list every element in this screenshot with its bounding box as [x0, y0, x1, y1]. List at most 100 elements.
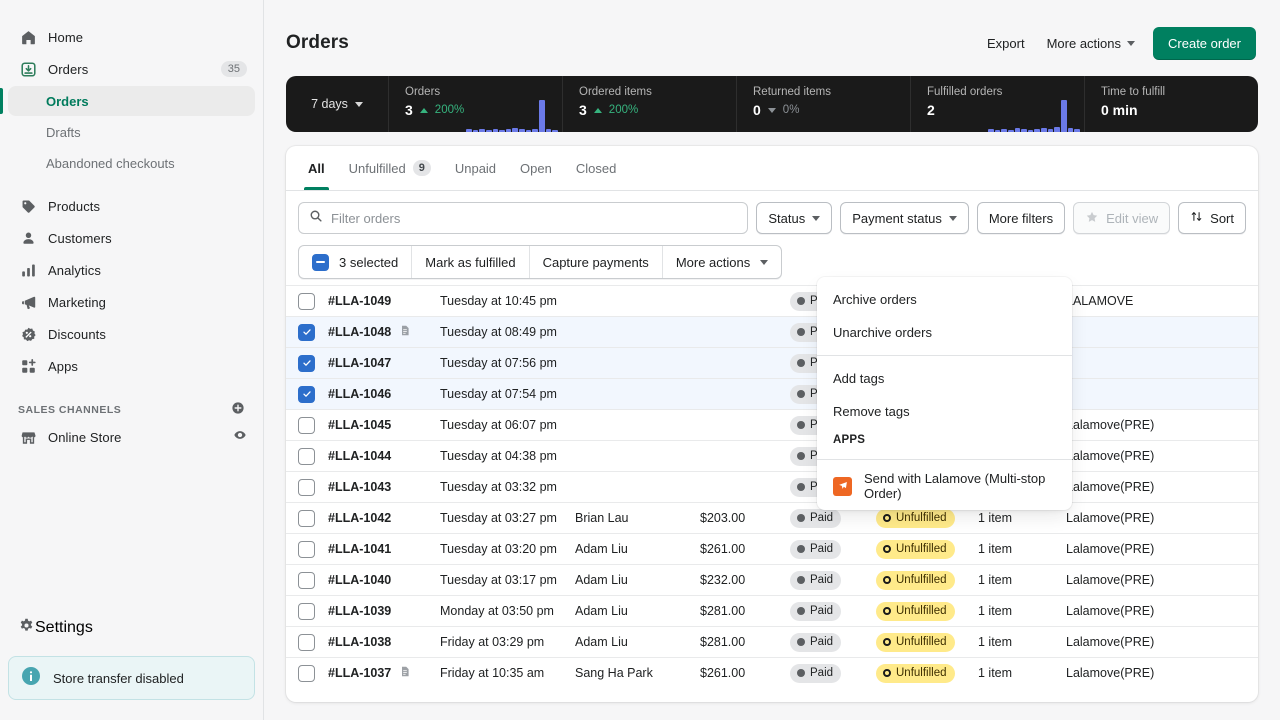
order-number-cell[interactable]: #LLA-1043 [328, 480, 440, 494]
order-number-cell[interactable]: #LLA-1046 [328, 387, 440, 401]
table-row[interactable]: #LLA-1044Tuesday at 04:38 pmPaidUnfulfil… [286, 440, 1258, 471]
order-number-cell[interactable]: #LLA-1042 [328, 511, 440, 525]
order-number-cell[interactable]: #LLA-1041 [328, 542, 440, 556]
sidebar-subitem-drafts[interactable]: Drafts [8, 117, 255, 147]
export-button[interactable]: Export [983, 30, 1029, 57]
metrics-date-range-selector[interactable]: 7 days [286, 76, 388, 132]
table-row[interactable]: #LLA-1037Friday at 10:35 amSang Ha Park$… [286, 657, 1258, 688]
table-row[interactable]: #LLA-1049Tuesday at 10:45 pmPaidUnfulfil… [286, 285, 1258, 316]
metric-card-fulfilled-orders[interactable]: Fulfilled orders 2 [910, 76, 1084, 132]
sidebar-subitem-orders[interactable]: Orders [8, 86, 255, 116]
sidebar-item-home[interactable]: Home [8, 22, 255, 52]
order-number-cell[interactable]: #LLA-1040 [328, 573, 440, 587]
row-checkbox-cell[interactable] [298, 510, 328, 527]
capture-payments-button[interactable]: Capture payments [529, 246, 662, 278]
tab-closed[interactable]: Closed [564, 146, 628, 190]
menu-item-archive-orders[interactable]: Archive orders [817, 283, 1072, 316]
row-checkbox[interactable] [298, 572, 315, 589]
order-number-cell[interactable]: #LLA-1048 [328, 324, 440, 340]
sidebar-subitem-abandoned-checkouts[interactable]: Abandoned checkouts [8, 148, 255, 178]
metric-card-time-to-fulfill[interactable]: Time to fulfill 0 min [1084, 76, 1258, 132]
payment-status-filter-button[interactable]: Payment status [840, 202, 969, 234]
sidebar-item-analytics[interactable]: Analytics [8, 255, 255, 285]
order-number-cell[interactable]: #LLA-1049 [328, 294, 440, 308]
more-filters-button[interactable]: More filters [977, 202, 1065, 234]
row-checkbox[interactable] [298, 293, 315, 310]
row-checkbox-cell[interactable] [298, 355, 328, 372]
add-sales-channel-icon[interactable] [231, 401, 245, 418]
select-all-checkbox[interactable] [312, 254, 329, 271]
menu-item-remove-tags[interactable]: Remove tags [817, 395, 1072, 428]
order-number-cell[interactable]: #LLA-1038 [328, 635, 440, 649]
orders-table: #LLA-1049Tuesday at 10:45 pmPaidUnfulfil… [286, 285, 1258, 688]
row-checkbox[interactable] [298, 510, 315, 527]
metric-card-returned-items[interactable]: Returned items 0 0% [736, 76, 910, 132]
menu-item-add-tags[interactable]: Add tags [817, 362, 1072, 395]
sidebar-item-apps[interactable]: Apps [8, 351, 255, 381]
tab-open[interactable]: Open [508, 146, 564, 190]
row-checkbox-cell[interactable] [298, 479, 328, 496]
tab-unpaid[interactable]: Unpaid [443, 146, 508, 190]
tab-all[interactable]: All [296, 146, 337, 190]
sidebar-item-products[interactable]: Products [8, 191, 255, 221]
row-checkbox-cell[interactable] [298, 634, 328, 651]
row-checkbox[interactable] [298, 355, 315, 372]
table-row[interactable]: #LLA-1040Tuesday at 03:17 pmAdam Liu$232… [286, 564, 1258, 595]
status-dot-icon [797, 328, 805, 336]
search-field[interactable] [298, 202, 748, 234]
tab-unfulfilled[interactable]: Unfulfilled9 [337, 146, 443, 190]
store-transfer-banner[interactable]: Store transfer disabled [8, 656, 255, 700]
sidebar-item-online-store[interactable]: Online Store [8, 422, 255, 452]
row-checkbox[interactable] [298, 386, 315, 403]
preview-store-icon[interactable] [233, 428, 247, 447]
row-checkbox-cell[interactable] [298, 572, 328, 589]
search-input[interactable] [331, 211, 737, 226]
row-checkbox[interactable] [298, 479, 315, 496]
table-row[interactable]: #LLA-1038Friday at 03:29 pmAdam Liu$281.… [286, 626, 1258, 657]
row-checkbox[interactable] [298, 324, 315, 341]
row-checkbox[interactable] [298, 417, 315, 434]
table-row[interactable]: #LLA-1041Tuesday at 03:20 pmAdam Liu$261… [286, 533, 1258, 564]
sidebar-item-customers[interactable]: Customers [8, 223, 255, 253]
create-order-button[interactable]: Create order [1153, 27, 1256, 60]
table-row[interactable]: #LLA-1043Tuesday at 03:32 pmPaidUnfulfil… [286, 471, 1258, 502]
row-checkbox-cell[interactable] [298, 324, 328, 341]
row-checkbox-cell[interactable] [298, 665, 328, 682]
table-row[interactable]: #LLA-1048Tuesday at 08:49 pmPaidUnfulfil… [286, 316, 1258, 347]
row-checkbox[interactable] [298, 665, 315, 682]
row-checkbox[interactable] [298, 634, 315, 651]
table-row[interactable]: #LLA-1046Tuesday at 07:54 pmPaidUnfulfil… [286, 378, 1258, 409]
menu-item-send-with-lalamove-multi-stop-order[interactable]: Send with Lalamove (Multi-stop Order) [817, 466, 1072, 506]
metric-card-ordered-items[interactable]: Ordered items 3 200% [562, 76, 736, 132]
table-row[interactable]: #LLA-1045Tuesday at 06:07 pmPaidUnfulfil… [286, 409, 1258, 440]
menu-item-unarchive-orders[interactable]: Unarchive orders [817, 316, 1072, 349]
order-number-cell[interactable]: #LLA-1045 [328, 418, 440, 432]
sort-button[interactable]: Sort [1178, 202, 1246, 234]
more-actions-button[interactable]: More actions [1043, 30, 1139, 57]
sidebar-item-settings[interactable]: Settings [8, 612, 255, 644]
status-filter-button[interactable]: Status [756, 202, 832, 234]
row-checkbox-cell[interactable] [298, 293, 328, 310]
sidebar-item-marketing[interactable]: Marketing [8, 287, 255, 317]
row-checkbox[interactable] [298, 603, 315, 620]
sidebar-item-orders[interactable]: Orders 35 [8, 54, 255, 84]
order-number-cell[interactable]: #LLA-1037 [328, 665, 440, 681]
metric-card-orders[interactable]: Orders 3 200% [388, 76, 562, 132]
row-checkbox[interactable] [298, 448, 315, 465]
order-number-cell[interactable]: #LLA-1044 [328, 449, 440, 463]
row-checkbox-cell[interactable] [298, 386, 328, 403]
table-row[interactable]: #LLA-1042Tuesday at 03:27 pmBrian Lau$20… [286, 502, 1258, 533]
row-checkbox-cell[interactable] [298, 603, 328, 620]
row-checkbox-cell[interactable] [298, 541, 328, 558]
row-checkbox-cell[interactable] [298, 417, 328, 434]
mark-as-fulfilled-button[interactable]: Mark as fulfilled [411, 246, 528, 278]
row-checkbox[interactable] [298, 541, 315, 558]
sidebar-item-discounts[interactable]: Discounts [8, 319, 255, 349]
order-number-cell[interactable]: #LLA-1039 [328, 604, 440, 618]
order-number-cell[interactable]: #LLA-1047 [328, 356, 440, 370]
bulk-select-all-cell[interactable]: 3 selected [299, 246, 411, 278]
table-row[interactable]: #LLA-1039Monday at 03:50 pmAdam Liu$281.… [286, 595, 1258, 626]
bulk-more-actions-button[interactable]: More actions [662, 246, 781, 278]
row-checkbox-cell[interactable] [298, 448, 328, 465]
table-row[interactable]: #LLA-1047Tuesday at 07:56 pmPaidUnfulfil… [286, 347, 1258, 378]
